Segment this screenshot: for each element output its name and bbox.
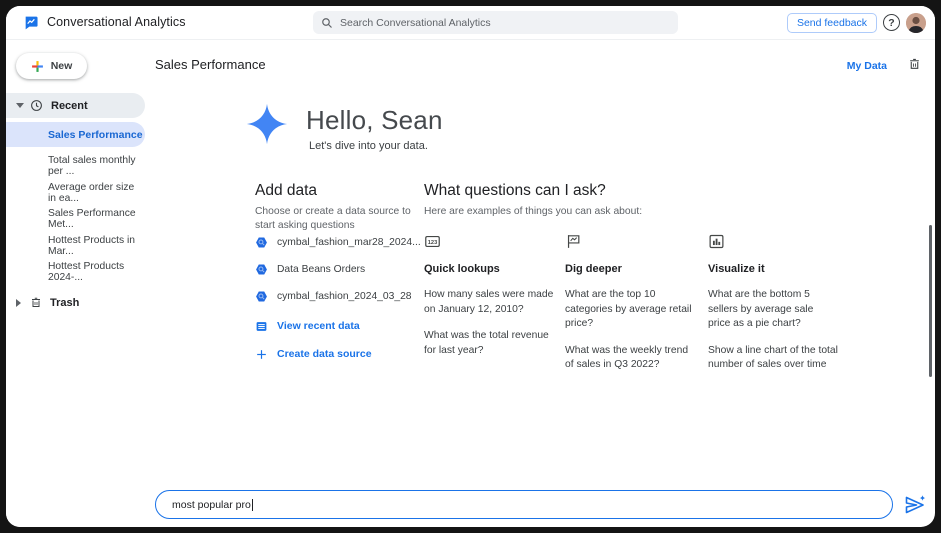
- numbers-123-icon: 123: [424, 233, 554, 251]
- question-column-visualize-it: Visualize it What are the bottom 5 selle…: [708, 233, 838, 385]
- bigquery-hexagon-icon: [255, 290, 268, 303]
- new-button-label: New: [51, 60, 73, 72]
- create-data-source-label: Create data source: [277, 348, 372, 360]
- data-source-item[interactable]: cymbal_fashion_mar28_2024...: [255, 234, 421, 250]
- questions-subtitle: Here are examples of things you can ask …: [424, 206, 642, 217]
- list-icon: [255, 320, 268, 333]
- view-recent-data-link[interactable]: View recent data: [255, 318, 360, 334]
- chevron-right-icon[interactable]: [16, 299, 24, 307]
- data-source-label: cymbal_fashion_2024_03_28: [277, 291, 412, 302]
- search-bar[interactable]: [313, 11, 678, 34]
- plus-multicolor-icon: [31, 60, 44, 73]
- app-window: Conversational Analytics Send feedback ?…: [6, 6, 935, 527]
- app-title: Conversational Analytics: [47, 15, 186, 29]
- add-data-title: Add data: [255, 182, 317, 200]
- sidebar-item-average-order[interactable]: Average order size in ea...: [6, 180, 145, 205]
- question-column-title: Quick lookups: [424, 263, 554, 275]
- bigquery-hexagon-icon: [255, 236, 268, 249]
- bigquery-hexagon-icon: [255, 263, 268, 276]
- trash-section-label: Trash: [50, 297, 79, 309]
- trend-flag-icon: [565, 233, 695, 251]
- send-sparkle-icon: [903, 493, 927, 517]
- question-column-quick-lookups: 123 Quick lookups How many sales were ma…: [424, 233, 554, 370]
- gemini-sparkle-icon: [244, 101, 290, 152]
- avatar[interactable]: [906, 13, 926, 33]
- sidebar-item-hottest-mar[interactable]: Hottest Products in Mar...: [6, 233, 145, 258]
- question-column-title: Dig deeper: [565, 263, 695, 275]
- new-button[interactable]: New: [16, 53, 87, 79]
- questions-title: What questions can I ask?: [424, 182, 606, 200]
- text-cursor: [252, 499, 253, 511]
- data-source-label: cymbal_fashion_mar28_2024...: [277, 237, 421, 248]
- sidebar-item-sales-perf-met[interactable]: Sales Performance Met...: [6, 206, 145, 231]
- delete-conversation-icon[interactable]: [908, 57, 921, 76]
- data-source-item[interactable]: cymbal_fashion_2024_03_28: [255, 288, 412, 304]
- search-icon: [321, 17, 333, 29]
- send-feedback-button[interactable]: Send feedback: [787, 13, 877, 33]
- greeting-text: Hello, Sean: [306, 105, 443, 136]
- my-data-link[interactable]: My Data: [847, 60, 887, 72]
- sidebar-item-hottest-2024[interactable]: Hottest Products 2024-...: [6, 259, 145, 284]
- page-title: Sales Performance: [155, 57, 266, 72]
- send-prompt-button[interactable]: [903, 493, 927, 517]
- chevron-down-icon[interactable]: [16, 103, 24, 108]
- example-question[interactable]: What are the top 10 categories by averag…: [565, 288, 695, 332]
- example-question[interactable]: What was the weekly trend of sales in Q3…: [565, 344, 695, 373]
- sidebar-section-recent[interactable]: Recent: [6, 93, 145, 118]
- search-input[interactable]: [340, 17, 670, 29]
- sidebar-item-sales-performance[interactable]: Sales Performance: [6, 122, 145, 147]
- create-data-source-link[interactable]: Create data source: [255, 346, 372, 362]
- question-column-dig-deeper: Dig deeper What are the top 10 categorie…: [565, 233, 695, 385]
- recent-section-label: Recent: [51, 100, 88, 112]
- help-icon[interactable]: ?: [883, 14, 900, 31]
- question-column-title: Visualize it: [708, 263, 838, 275]
- example-question[interactable]: How many sales were made on January 12, …: [424, 288, 554, 317]
- view-recent-data-label: View recent data: [277, 320, 360, 332]
- app-logo-icon: [23, 15, 39, 31]
- example-question[interactable]: What was the total revenue for last year…: [424, 329, 554, 358]
- top-bar: Conversational Analytics Send feedback ?: [6, 6, 935, 40]
- plus-icon: [255, 348, 268, 361]
- greeting-subtitle: Let's dive into your data.: [309, 140, 428, 152]
- sidebar-item-total-sales[interactable]: Total sales monthly per ...: [6, 153, 145, 178]
- vertical-scrollbar[interactable]: [929, 225, 932, 377]
- sidebar-section-trash[interactable]: Trash: [6, 290, 145, 315]
- sidebar: New Recent Sales Performance Total sales…: [6, 40, 151, 527]
- example-question[interactable]: Show a line chart of the total number of…: [708, 344, 838, 373]
- add-data-subtitle: Choose or create a data source to start …: [255, 205, 420, 233]
- data-source-item[interactable]: Data Beans Orders: [255, 261, 365, 277]
- trash-icon: [30, 296, 42, 309]
- clock-icon: [30, 99, 43, 112]
- example-question[interactable]: What are the bottom 5 sellers by average…: [708, 288, 838, 332]
- data-source-label: Data Beans Orders: [277, 264, 365, 275]
- chat-prompt-input[interactable]: most popular pro: [155, 490, 893, 519]
- svg-text:123: 123: [428, 240, 437, 246]
- bar-chart-icon: [708, 233, 838, 251]
- prompt-text: most popular pro: [172, 499, 251, 511]
